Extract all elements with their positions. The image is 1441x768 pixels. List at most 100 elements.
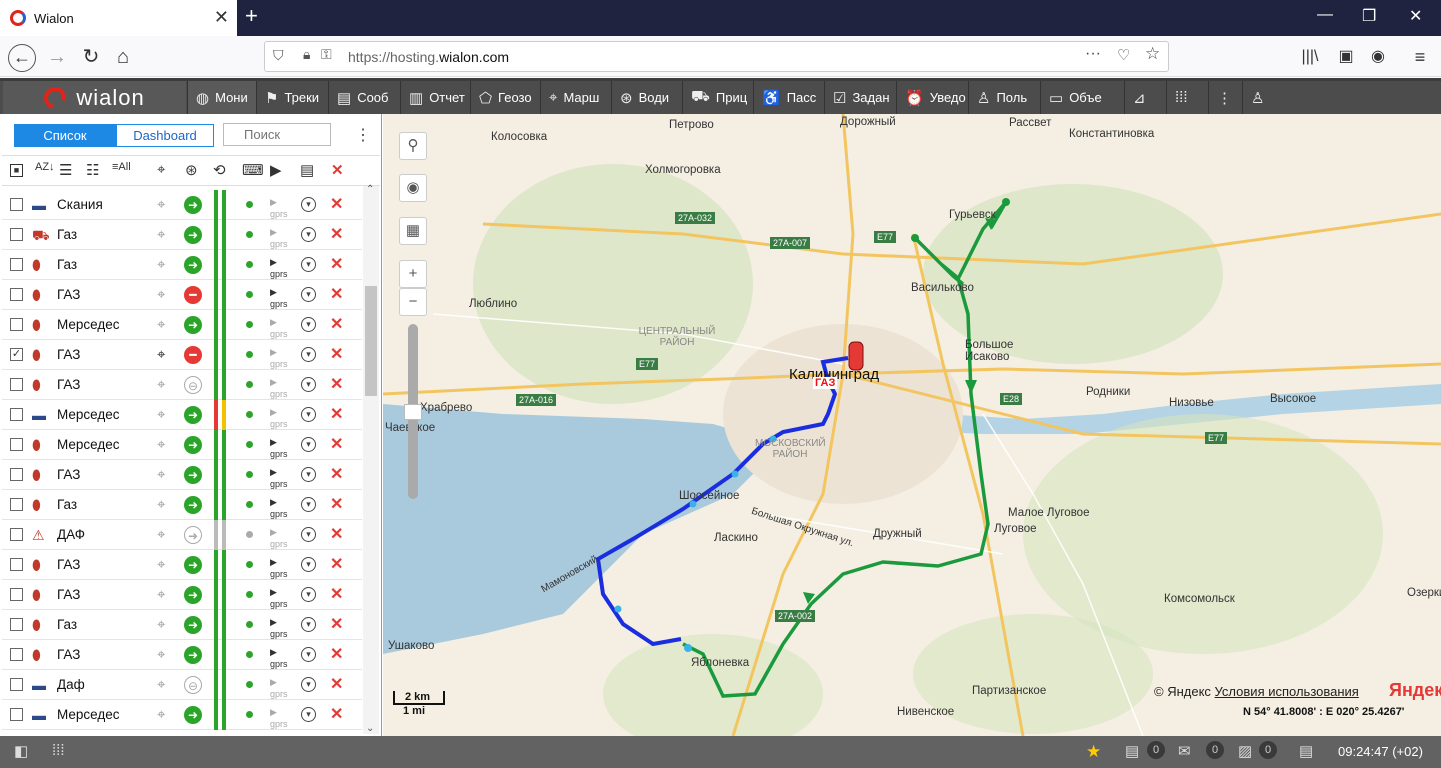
sensor-icon[interactable]: ⌨ — [242, 161, 264, 179]
events-icon[interactable]: ▨ — [1238, 742, 1252, 760]
locate-unit-icon[interactable]: ⌖ — [157, 550, 165, 580]
unit-checkbox[interactable] — [10, 618, 23, 631]
unit-menu-icon[interactable]: ▾ — [301, 407, 316, 422]
unit-name[interactable]: ГАЗ — [57, 280, 80, 310]
menu-passengers[interactable]: ♿ Пасс — [753, 81, 824, 114]
unit-name[interactable]: Газ — [57, 250, 77, 280]
unit-row[interactable]: ⬮ ГАЗ ⌖ ➜ ▶ gprs ▾ ✕ — [2, 460, 362, 490]
map-layers-button[interactable]: ▦ — [399, 217, 427, 245]
bookmark-star-icon[interactable]: ☆ — [1145, 44, 1160, 64]
unit-row[interactable]: ▬ Мерседес ⌖ ➜ ▶ gprs ▾ ✕ — [2, 700, 362, 730]
commands-icon[interactable]: ▶ — [270, 161, 282, 179]
remove-unit-icon[interactable]: ✕ — [330, 490, 343, 520]
toggle-panel-icon[interactable]: ◧ — [14, 742, 28, 760]
menu-units[interactable]: ▭ Объе — [1040, 81, 1124, 114]
locate-unit-icon[interactable]: ⌖ — [157, 250, 165, 280]
scroll-thumb[interactable] — [365, 286, 377, 396]
unit-menu-icon[interactable]: ▾ — [301, 287, 316, 302]
unit-checkbox[interactable] — [10, 408, 23, 421]
locate-unit-icon[interactable]: ⌖ — [157, 580, 165, 610]
close-window-icon[interactable]: ✕ — [1409, 6, 1422, 26]
unit-menu-icon[interactable]: ▾ — [301, 347, 316, 362]
unit-checkbox[interactable] — [10, 378, 23, 391]
remove-unit-icon[interactable]: ✕ — [330, 580, 343, 610]
reload-icon[interactable]: ↻ — [78, 44, 104, 70]
unit-map-label[interactable]: ГАЗ — [813, 377, 838, 389]
map-visibility-button[interactable]: ◉ — [399, 174, 427, 202]
remove-unit-icon[interactable]: ✕ — [330, 520, 343, 550]
close-tab-icon[interactable]: ✕ — [214, 7, 229, 28]
unit-menu-icon[interactable]: ▾ — [301, 437, 316, 452]
locate-unit-icon[interactable]: ⌖ — [157, 430, 165, 460]
shield-icon[interactable]: ⛉ — [273, 47, 284, 64]
unit-row[interactable]: ⬮ ГАЗ ⌖ ━ ▶ gprs ▾ ✕ — [2, 280, 362, 310]
menu-icon[interactable]: ≡ — [1407, 44, 1433, 70]
unit-name[interactable]: ГАЗ — [57, 460, 80, 490]
remove-unit-icon[interactable]: ✕ — [330, 220, 343, 250]
unit-menu-icon[interactable]: ▾ — [301, 497, 316, 512]
unit-name[interactable]: Даф — [57, 670, 85, 700]
more-icon[interactable]: ··· — [1085, 45, 1101, 63]
menu-geofences[interactable]: ⬠ Геозо — [470, 81, 540, 114]
remove-unit-icon[interactable]: ✕ — [330, 640, 343, 670]
tab-dashboard[interactable]: Dashboard — [116, 124, 214, 147]
unit-row[interactable]: ⬮ Мерседес ⌖ ➜ ▶ gprs ▾ ✕ — [2, 430, 362, 460]
locate-unit-icon[interactable]: ⌖ — [157, 310, 165, 340]
zoom-slider-handle[interactable] — [404, 404, 422, 420]
unit-checkbox[interactable] — [10, 288, 23, 301]
locate-unit-icon[interactable]: ⌖ — [157, 700, 165, 730]
unit-row[interactable]: ⚠ ДАФ ⌖ ➜ ▶ gprs ▾ ✕ — [2, 520, 362, 550]
unit-name[interactable]: ДАФ — [57, 520, 85, 550]
unit-row[interactable]: ⬮ ГАЗ ⌖ ⊖ ▶ gprs ▾ ✕ — [2, 370, 362, 400]
unit-checkbox[interactable] — [10, 258, 23, 271]
unit-checkbox[interactable] — [10, 708, 23, 721]
gprs-icon[interactable]: ▶ gprs — [270, 706, 288, 736]
unit-menu-icon[interactable]: ▾ — [301, 227, 316, 242]
notifications-icon[interactable]: ✉ — [1178, 742, 1191, 760]
locate-unit-icon[interactable]: ⌖ — [157, 190, 165, 220]
menu-drivers[interactable]: ⊛ Води — [611, 81, 682, 114]
unit-row[interactable]: ⛟ Газ ⌖ ➜ ▶ gprs ▾ ✕ — [2, 220, 362, 250]
list-icon[interactable]: ☰ — [59, 161, 72, 179]
unit-menu-icon[interactable]: ▾ — [301, 467, 316, 482]
locator-icon[interactable]: ⌖ — [157, 161, 165, 178]
messages-icon[interactable]: ▤ — [1125, 742, 1139, 760]
unit-row[interactable]: ⬮ Газ ⌖ ➜ ▶ gprs ▾ ✕ — [2, 610, 362, 640]
unit-checkbox[interactable] — [10, 318, 23, 331]
lock-icon[interactable]: 🔒︎ — [303, 46, 310, 63]
remove-unit-icon[interactable]: ✕ — [330, 190, 343, 220]
unit-menu-icon[interactable]: ▾ — [301, 677, 316, 692]
remove-unit-icon[interactable]: ✕ — [330, 700, 343, 730]
locate-unit-icon[interactable]: ⌖ — [157, 610, 165, 640]
unit-menu-icon[interactable]: ▾ — [301, 197, 316, 212]
forward-icon[interactable]: → — [44, 44, 70, 70]
menu-ruler[interactable]: ⊿ — [1124, 81, 1166, 114]
unit-checkbox[interactable] — [10, 558, 23, 571]
unit-name[interactable]: Газ — [57, 610, 77, 640]
unit-checkbox[interactable] — [10, 528, 23, 541]
unit-name[interactable]: ГАЗ — [57, 550, 80, 580]
menu-notifications[interactable]: ⏰ Уведо — [896, 81, 968, 114]
menu-account[interactable]: ♙ — [1242, 81, 1274, 114]
unit-menu-icon[interactable]: ▾ — [301, 257, 316, 272]
unit-name[interactable]: Мерседес — [57, 310, 120, 340]
unit-name[interactable]: Мерседес — [57, 700, 120, 730]
unit-menu-icon[interactable]: ▾ — [301, 317, 316, 332]
add-units-icon[interactable]: ☷ — [86, 161, 99, 179]
menu-more[interactable]: ⋮ — [1208, 81, 1242, 114]
remove-unit-icon[interactable]: ✕ — [330, 310, 343, 340]
remove-all-icon[interactable]: ✕ — [331, 161, 344, 179]
sort-az-icon[interactable]: AZ↓ — [35, 161, 55, 173]
locate-unit-icon[interactable]: ⌖ — [157, 520, 165, 550]
key-icon[interactable]: ⚿ — [321, 46, 332, 63]
sidebar-icon[interactable]: ▣ — [1333, 44, 1359, 70]
remove-unit-icon[interactable]: ✕ — [330, 370, 343, 400]
locate-unit-icon[interactable]: ⌖ — [157, 400, 165, 430]
unit-row[interactable]: ✓ ⬮ ГАЗ ⌖ ━ ▶ gprs ▾ ✕ — [2, 340, 362, 370]
unit-menu-icon[interactable]: ▾ — [301, 587, 316, 602]
unit-name[interactable]: ГАЗ — [57, 370, 80, 400]
remove-unit-icon[interactable]: ✕ — [330, 550, 343, 580]
add-all-icon[interactable]: ≡All — [112, 161, 131, 173]
new-tab-icon[interactable]: + — [245, 3, 258, 29]
unit-row[interactable]: ▬ Скания ⌖ ➜ ▶ gprs ▾ ✕ — [2, 190, 362, 220]
